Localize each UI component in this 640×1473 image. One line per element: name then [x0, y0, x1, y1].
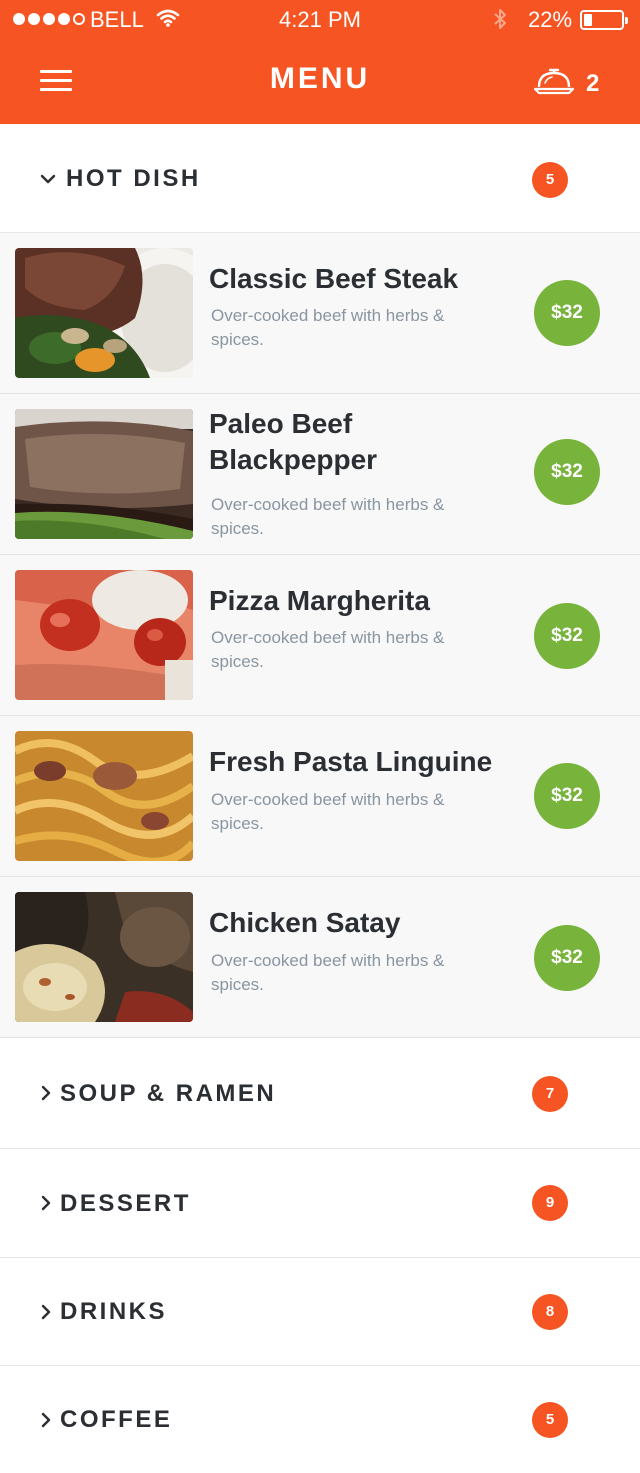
menu-item-paleo-beef-blackpepper[interactable]: Paleo Beef Blackpepper Over-cooked beef …	[0, 394, 640, 555]
category-coffee[interactable]: COFFEE 5	[0, 1366, 640, 1473]
category-count-badge: 7	[532, 1076, 568, 1112]
price-badge[interactable]: $32	[534, 925, 600, 991]
menu-item-chicken-satay[interactable]: Chicken Satay Over-cooked beef with herb…	[0, 877, 640, 1038]
dish-photo	[15, 570, 193, 700]
category-label: SOUP & RAMEN	[60, 1080, 277, 1107]
category-count-badge: 5	[532, 162, 568, 198]
item-description: Over-cooked beef with herbs & spices.	[211, 951, 445, 994]
item-description: Over-cooked beef with herbs & spices.	[211, 628, 445, 671]
category-label: COFFEE	[60, 1406, 173, 1433]
price-badge[interactable]: $32	[534, 280, 600, 346]
category-label: DESSERT	[60, 1190, 191, 1217]
chevron-right-icon	[40, 1412, 52, 1433]
price-badge[interactable]: $32	[534, 603, 600, 669]
category-count-badge: 9	[532, 1185, 568, 1221]
battery-level	[584, 14, 592, 26]
cloche-icon[interactable]	[533, 64, 575, 101]
category-dessert[interactable]: DESSERT 9	[0, 1149, 640, 1258]
dish-photo	[15, 248, 193, 378]
chevron-down-icon	[40, 172, 56, 190]
category-hot-dish[interactable]: HOT DISH 5	[0, 124, 640, 233]
item-description: Over-cooked beef with herbs & spices.	[211, 495, 445, 538]
category-label: DRINKS	[60, 1298, 168, 1325]
dish-photo	[15, 409, 193, 539]
category-soup-ramen[interactable]: SOUP & RAMEN 7	[0, 1038, 640, 1149]
menu-item-classic-beef-steak[interactable]: Classic Beef Steak Over-cooked beef with…	[0, 233, 640, 394]
app-header: BELL 4:21 PM 22% MENU 2	[0, 0, 640, 124]
price-badge[interactable]: $32	[534, 439, 600, 505]
chevron-right-icon	[40, 1195, 52, 1216]
item-description: Over-cooked beef with herbs & spices.	[211, 790, 445, 833]
menu-item-fresh-pasta-linguine[interactable]: Fresh Pasta Linguine Over-cooked beef wi…	[0, 716, 640, 877]
item-name: Pizza Margherita	[209, 585, 430, 616]
battery-percent: 22%	[528, 7, 573, 32]
item-name: Classic Beef Steak	[209, 263, 459, 294]
chevron-right-icon	[40, 1085, 52, 1106]
chevron-right-icon	[40, 1304, 52, 1325]
category-count-badge: 5	[532, 1402, 568, 1438]
battery-icon	[580, 10, 628, 30]
dish-photo	[15, 892, 193, 1022]
item-name: Paleo Beef Blackpepper	[209, 408, 378, 475]
item-name: Chicken Satay	[209, 907, 401, 938]
item-name: Fresh Pasta Linguine	[209, 746, 493, 777]
menu-item-pizza-margherita[interactable]: Pizza Margherita Over-cooked beef with h…	[0, 555, 640, 716]
bluetooth-icon	[492, 7, 508, 37]
category-label: HOT DISH	[66, 165, 201, 192]
item-description: Over-cooked beef with herbs & spices.	[211, 306, 445, 349]
category-drinks[interactable]: DRINKS 8	[0, 1258, 640, 1366]
category-count-badge: 8	[532, 1294, 568, 1330]
status-bar: BELL 4:21 PM 22%	[0, 0, 640, 40]
price-badge[interactable]: $32	[534, 763, 600, 829]
cart-count: 2	[586, 70, 600, 97]
dish-photo	[15, 731, 193, 861]
